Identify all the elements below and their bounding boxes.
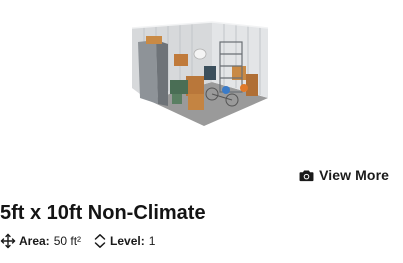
area-label: Area:: [19, 234, 50, 248]
camera-icon: [299, 169, 314, 181]
unit-title: 5ft x 10ft Non-Climate: [0, 202, 206, 224]
unit-meta: Area: 50 ft² Level: 1: [0, 233, 155, 249]
level-value: 1: [148, 234, 156, 248]
area-value: 50 ft²: [53, 234, 82, 248]
view-more-button[interactable]: View More: [295, 164, 395, 186]
level-info: Level: 1: [93, 233, 155, 249]
view-more-label: View More: [319, 167, 389, 183]
chevron-up-down-icon: [94, 234, 106, 248]
level-label: Level:: [110, 234, 145, 248]
area-info: Area: 50 ft²: [0, 233, 81, 249]
unit-photo-area[interactable]: View More: [0, 0, 403, 190]
move-arrows-icon: [0, 233, 16, 249]
storage-unit-image[interactable]: [128, 14, 274, 134]
